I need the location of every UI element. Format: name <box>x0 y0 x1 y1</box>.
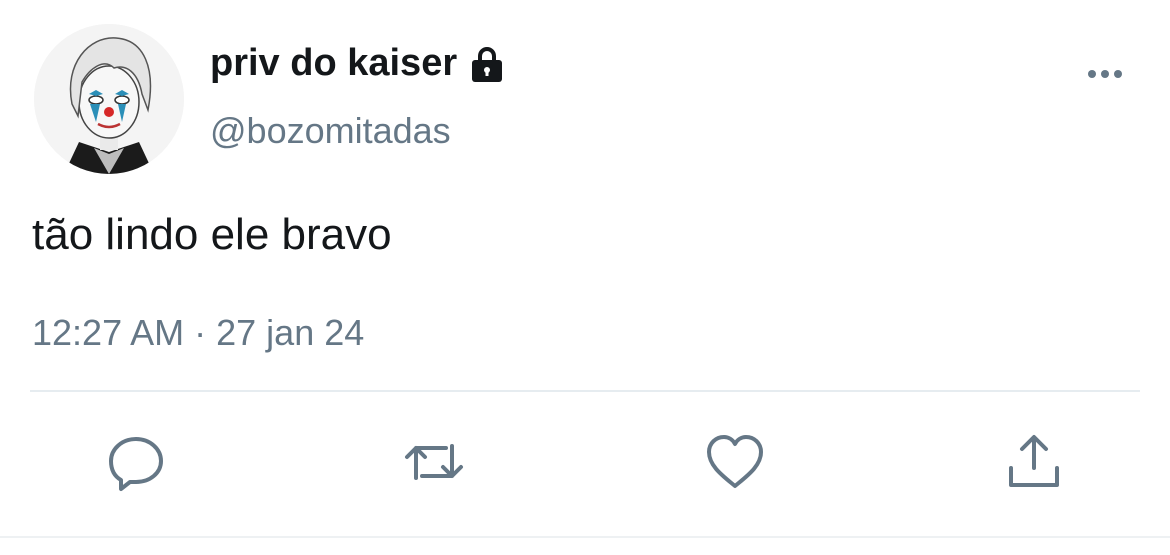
more-icon[interactable] <box>1082 62 1128 86</box>
heart-icon <box>703 435 767 498</box>
tweet-text: tão lindo ele bravo <box>32 210 392 259</box>
tweet-time: 12:27 AM <box>32 312 185 353</box>
lock-icon <box>467 44 507 84</box>
share-button[interactable] <box>1002 430 1066 494</box>
reply-icon <box>104 437 168 498</box>
reply-button[interactable] <box>104 430 168 494</box>
bottom-divider <box>0 536 1170 538</box>
tweet-timestamp[interactable]: 12:27 AM · 27 jan 24 <box>32 312 364 354</box>
avatar-image <box>34 24 184 174</box>
user-handle[interactable]: @bozomitadas <box>210 110 451 152</box>
share-icon <box>1002 435 1066 498</box>
like-button[interactable] <box>703 430 767 494</box>
tweet-date: 27 jan 24 <box>216 312 365 353</box>
avatar[interactable] <box>34 24 184 174</box>
retweet-icon <box>402 444 466 498</box>
tweet-card: priv do kaiser @bozomitadas tão lindo el… <box>0 0 1170 555</box>
retweet-button[interactable] <box>402 430 466 494</box>
display-name[interactable]: priv do kaiser <box>210 42 507 85</box>
timestamp-separator: · <box>194 312 207 353</box>
divider <box>30 390 1140 392</box>
display-name-text: priv do kaiser <box>210 42 458 84</box>
